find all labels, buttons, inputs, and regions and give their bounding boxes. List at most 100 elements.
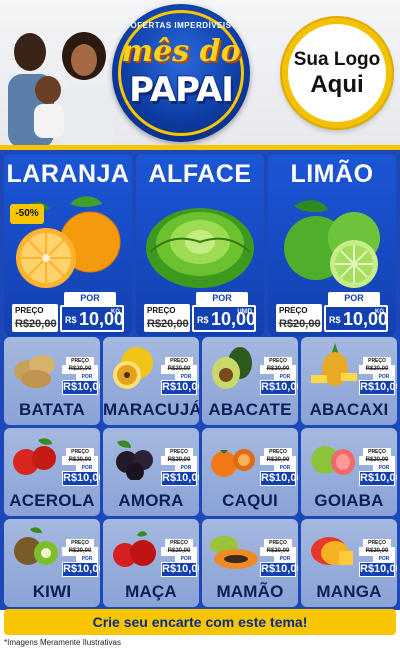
product-name: ACEROLA <box>9 491 95 510</box>
preco-label: PREÇO <box>264 448 292 456</box>
product-name: MARACUJÁ <box>103 400 199 419</box>
price-tag: PREÇOR$20,00PORR$10,00KG <box>260 357 298 395</box>
potato-icon <box>8 341 60 389</box>
create-flyer-button[interactable]: Crie seu encarte com este tema! <box>4 609 396 635</box>
price-tag: PREÇOR$20,00PORR$10,00KG <box>62 357 100 395</box>
unit-label: UNID <box>237 309 252 315</box>
preco-label: PREÇO <box>363 448 391 456</box>
preco-label: PREÇO <box>66 448 94 456</box>
product-card[interactable]: PREÇOR$20,00PORR$10,00KG MAMÃO <box>202 519 298 607</box>
avocado-icon <box>206 341 258 389</box>
acerola-icon <box>8 432 60 480</box>
header-banner: OFERTAS IMPERDÍVEIS mês do PAPAI Sua Log… <box>0 0 400 148</box>
price-tag: PREÇOR$20,00PORR$10,00KG <box>161 539 199 577</box>
new-price: R$10,00KG <box>62 471 100 486</box>
badge-title-line1: mês do <box>121 34 241 69</box>
price-tag: PREÇOR$20,00PORR$10,00KG <box>260 539 298 577</box>
product-name: ABACAXI <box>309 400 389 419</box>
new-price: R$10,00KG <box>161 471 199 486</box>
preco-label: PREÇO <box>165 539 193 547</box>
product-card[interactable]: PREÇOR$20,00PORR$10,00KG ABACAXI <box>301 337 397 425</box>
product-name: BATATA <box>18 400 86 419</box>
old-price: R$20,00 <box>161 456 197 465</box>
apple-icon <box>107 523 159 571</box>
preco-label: PREÇO <box>363 539 391 547</box>
price-tag: PREÇOR$20,00PORR$10,00KG <box>62 539 100 577</box>
new-price: R$10,00KG <box>161 380 199 395</box>
price-tag: POR PREÇO R$20,00 R$ 10,00 KG <box>274 292 390 334</box>
price-tag: PREÇOR$20,00PORR$10,00KG <box>161 448 199 486</box>
preco-label: PREÇO <box>165 448 193 456</box>
preco-label: PREÇO <box>165 357 193 365</box>
product-name: LIMÃO <box>290 160 374 188</box>
product-name: AMORA <box>118 491 184 510</box>
preco-label: PREÇO <box>147 306 176 315</box>
old-price: R$20,00 <box>62 547 98 556</box>
lettuce-icon <box>142 192 258 292</box>
por-label: POR <box>64 292 116 305</box>
product-name: LARANJA <box>6 160 130 188</box>
new-price: R$10,00KG <box>62 380 100 395</box>
pineapple-icon <box>305 341 357 389</box>
old-price: R$20,00 <box>147 318 189 330</box>
new-price: R$10,00KG <box>62 562 100 577</box>
logo-text-line2: Aqui <box>310 70 364 98</box>
persimmon-icon <box>206 432 258 480</box>
old-price: R$20,00 <box>62 365 98 374</box>
new-price: R$10,00KG <box>260 380 298 395</box>
product-name: KIWI <box>32 582 72 601</box>
por-label: POR <box>196 292 248 305</box>
preco-label: PREÇO <box>264 357 292 365</box>
price-tag: PREÇOR$20,00PORR$10,00KG <box>359 357 397 395</box>
papaya-icon <box>206 523 258 571</box>
unit-label: KG <box>375 309 384 315</box>
price-tag: POR PREÇO R$20,00 R$ 10,00 KG <box>10 292 126 334</box>
product-card[interactable]: PREÇOR$20,00PORR$10,00KG MAÇA <box>103 519 199 607</box>
logo-placeholder[interactable]: Sua Logo Aqui <box>282 18 392 128</box>
new-price: R$10,00KG <box>359 380 397 395</box>
product-card[interactable]: PREÇOR$20,00PORR$10,00KG CAQUI <box>202 428 298 516</box>
preco-label: PREÇO <box>279 306 308 315</box>
passion-fruit-icon <box>107 341 159 389</box>
product-card[interactable]: PREÇOR$20,00PORR$10,00KG BATATA <box>4 337 100 425</box>
currency-label: R$ <box>197 315 209 325</box>
featured-card-limao[interactable]: LIMÃO POR PREÇO R$20,00 R$ 10,00 KG <box>268 154 396 336</box>
product-card[interactable]: PREÇOR$20,00PORR$10,00KG AMORA <box>103 428 199 516</box>
price-tag: PREÇOR$20,00PORR$10,00KG <box>260 448 298 486</box>
featured-card-laranja[interactable]: LARANJA -50% POR PREÇO R$20,00 R$ 10,00 … <box>4 154 132 336</box>
price-tag: PREÇOR$20,00PORR$10,00KG <box>359 448 397 486</box>
product-card[interactable]: PREÇOR$20,00PORR$10,00KG GOIABA <box>301 428 397 516</box>
old-price: R$20,00 <box>161 547 197 556</box>
product-card[interactable]: PREÇOR$20,00PORR$10,00KG KIWI <box>4 519 100 607</box>
product-card[interactable]: PREÇOR$20,00PORR$10,00KG MANGA <box>301 519 397 607</box>
badge-subtitle: OFERTAS IMPERDÍVEIS <box>130 21 232 30</box>
featured-card-alface[interactable]: ALFACE POR PREÇO R$20,00 R$ 10,00 UNID <box>136 154 264 336</box>
guava-icon <box>305 432 357 480</box>
new-price: R$10,00KG <box>359 471 397 486</box>
product-name: MAMÃO <box>216 582 284 601</box>
preco-label: PREÇO <box>264 539 292 547</box>
product-card[interactable]: PREÇOR$20,00PORR$10,00KG ACEROLA <box>4 428 100 516</box>
old-price: R$20,00 <box>359 547 395 556</box>
new-price: R$10,00KG <box>161 562 199 577</box>
product-name: MANGA <box>316 582 382 601</box>
old-price: R$20,00 <box>161 365 197 374</box>
product-name: GOIABA <box>314 491 384 510</box>
old-price: R$20,00 <box>260 547 296 556</box>
mango-icon <box>305 523 357 571</box>
currency-label: R$ <box>329 315 341 325</box>
old-price: R$20,00 <box>15 318 57 330</box>
old-price: R$20,00 <box>359 456 395 465</box>
product-name: CAQUI <box>222 491 278 510</box>
new-price: R$10,00KG <box>260 562 298 577</box>
product-card[interactable]: PREÇOR$20,00PORR$10,00KG MARACUJÁ <box>103 337 199 425</box>
product-card[interactable]: PREÇOR$20,00PORR$10,00KG ABACATE <box>202 337 298 425</box>
price-tag: PREÇOR$20,00PORR$10,00KG <box>161 357 199 395</box>
product-name: ABACATE <box>208 400 292 419</box>
new-price: R$10,00KG <box>359 562 397 577</box>
old-price: R$20,00 <box>260 365 296 374</box>
preco-label: PREÇO <box>363 357 391 365</box>
product-name: ALFACE <box>148 160 252 188</box>
price-tag: PREÇOR$20,00PORR$10,00KG <box>62 448 100 486</box>
product-name: MAÇA <box>125 582 177 601</box>
